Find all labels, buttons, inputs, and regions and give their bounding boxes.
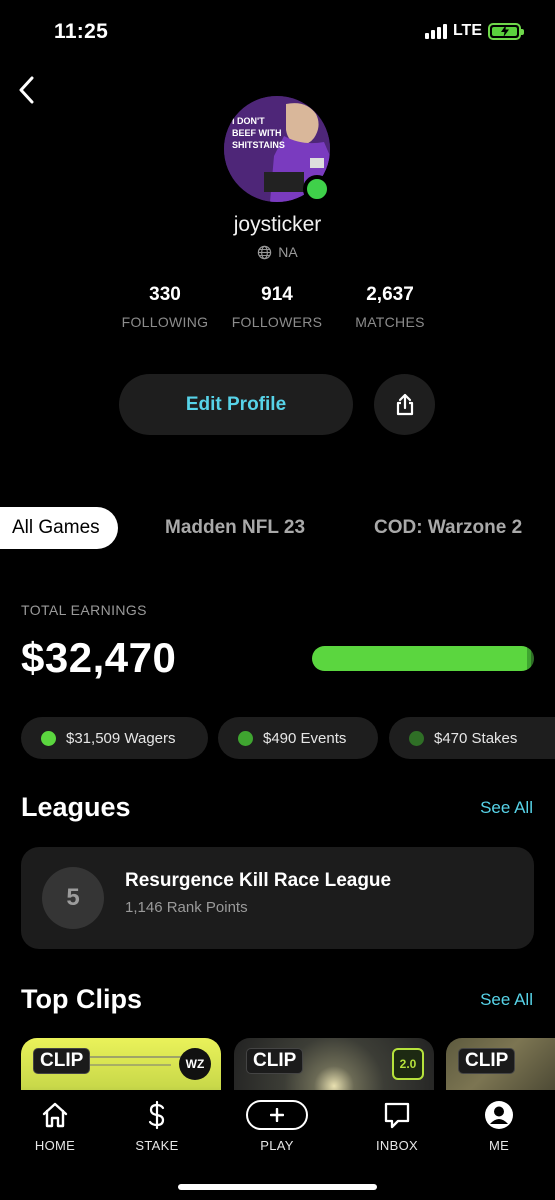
earnings-bar-segment xyxy=(312,646,528,671)
username: joysticker xyxy=(233,213,322,236)
leagues-title: Leagues xyxy=(21,792,131,822)
earnings-pill-wagers[interactable]: $31,509 Wagers xyxy=(21,717,208,759)
stat-following[interactable]: 330 FOLLOWING xyxy=(112,284,218,330)
battery-icon xyxy=(488,22,524,40)
region-text: NA xyxy=(278,244,298,260)
events-dot xyxy=(238,730,253,746)
region-label: NA xyxy=(0,244,555,260)
earnings-bar-segment xyxy=(530,646,534,671)
clip-tag: CLIP xyxy=(246,1048,304,1074)
dollar-icon xyxy=(148,1100,165,1130)
nav-label: STAKE xyxy=(135,1138,179,1153)
earnings-label: TOTAL EARNINGS xyxy=(21,602,147,618)
stat-value: 2,637 xyxy=(366,284,414,305)
stat-value: 330 xyxy=(149,284,181,305)
plus-icon xyxy=(246,1100,308,1130)
top-clips-title: Top Clips xyxy=(21,984,142,1014)
signal-icon xyxy=(424,23,447,39)
user-icon xyxy=(485,1101,513,1129)
clip-tag: CLIP xyxy=(458,1048,516,1074)
leagues-see-all-link[interactable]: See All xyxy=(480,798,533,818)
svg-text:BEEF WITH: BEEF WITH xyxy=(232,128,282,138)
chat-icon xyxy=(384,1102,410,1129)
earnings-pill-stakes[interactable]: $470 Stakes xyxy=(389,717,555,759)
pill-text: $490 Events xyxy=(263,729,347,747)
stat-matches[interactable]: 2,637 MATCHES xyxy=(337,284,443,330)
stat-label: FOLLOWERS xyxy=(231,314,323,330)
league-points: 1,146 Rank Points xyxy=(125,899,248,916)
pill-text: $31,509 Wagers xyxy=(66,729,176,747)
nav-label: HOME xyxy=(34,1138,76,1153)
svg-text:SHITSTAINS: SHITSTAINS xyxy=(232,140,285,150)
game-badge: WZ xyxy=(179,1048,211,1080)
tab-all-games[interactable]: All Games xyxy=(0,507,118,549)
share-icon xyxy=(396,393,413,415)
nav-label: INBOX xyxy=(376,1138,418,1153)
chevron-left-icon xyxy=(19,76,34,104)
pill-text: $470 Stakes xyxy=(434,729,518,747)
nav-play[interactable]: PLAY xyxy=(232,1100,322,1153)
tab-cod-warzone-2[interactable]: COD: Warzone 2 xyxy=(374,507,522,549)
clips-see-all-link[interactable]: See All xyxy=(480,990,533,1010)
status-indicators: LTE xyxy=(424,22,524,40)
home-indicator xyxy=(178,1184,377,1190)
earnings-bar xyxy=(312,646,534,671)
earnings-value: $32,470 xyxy=(21,634,177,681)
stat-label: FOLLOWING xyxy=(121,314,209,330)
edit-profile-button[interactable]: Edit Profile xyxy=(119,374,353,435)
nav-label: ME xyxy=(488,1138,510,1153)
globe-icon xyxy=(258,245,272,259)
game-tabs: All Games Madden NFL 23 COD: Warzone 2 xyxy=(0,507,555,549)
clip-tag: CLIP xyxy=(33,1048,91,1074)
stakes-dot xyxy=(409,730,424,746)
league-card[interactable]: 5 Resurgence Kill Race League 1,146 Rank… xyxy=(21,847,534,949)
status-time: 11:25 xyxy=(54,20,109,43)
nav-home[interactable]: HOME xyxy=(10,1100,100,1153)
nav-inbox[interactable]: INBOX xyxy=(352,1100,442,1153)
nav-stake[interactable]: STAKE xyxy=(112,1100,202,1153)
stat-followers[interactable]: 914 FOLLOWERS xyxy=(224,284,330,330)
league-name: Resurgence Kill Race League xyxy=(125,870,392,891)
game-badge: 2.0 xyxy=(392,1048,424,1080)
wagers-dot xyxy=(41,730,56,746)
nav-me[interactable]: ME xyxy=(454,1100,544,1153)
share-button[interactable] xyxy=(374,374,435,435)
back-button[interactable] xyxy=(10,72,42,108)
tab-madden-nfl-23[interactable]: Madden NFL 23 xyxy=(165,507,305,549)
avatar-caption: I DON'T xyxy=(232,116,265,126)
home-icon xyxy=(42,1102,68,1128)
nav-label: PLAY xyxy=(260,1138,294,1153)
rank-badge: 5 xyxy=(42,867,104,929)
network-label: LTE xyxy=(452,22,482,39)
stat-label: MATCHES xyxy=(355,314,425,330)
stat-value: 914 xyxy=(261,284,293,305)
online-status-dot xyxy=(303,175,331,203)
earnings-pill-events[interactable]: $490 Events xyxy=(218,717,378,759)
